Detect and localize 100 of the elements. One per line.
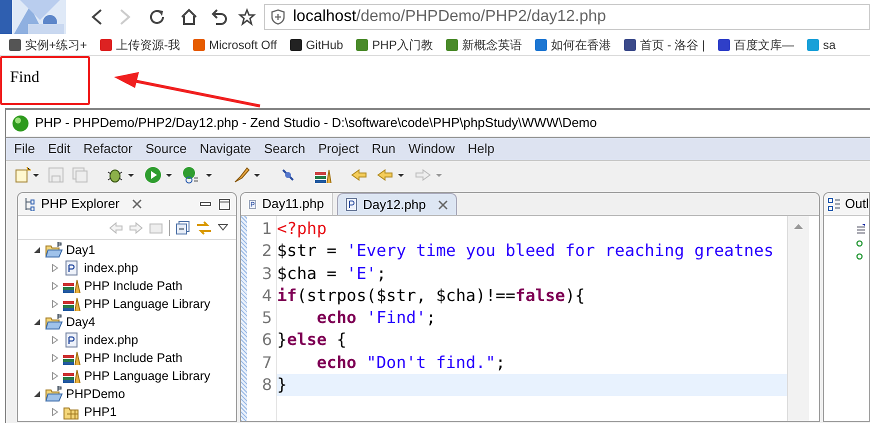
line-number: 1 bbox=[262, 218, 272, 240]
project-folder-icon bbox=[45, 314, 63, 330]
menu-item[interactable]: Source bbox=[146, 139, 187, 159]
address-field[interactable]: localhost/demo/PHPDemo/PHP2/day12.php bbox=[264, 4, 870, 30]
tree-view-icon bbox=[24, 198, 35, 210]
tree-item[interactable]: PHP Include Path bbox=[84, 276, 182, 296]
bookmark-icon bbox=[288, 38, 303, 52]
bookmark-link[interactable]: 新概念英语 bbox=[444, 36, 522, 54]
menu-item[interactable]: Search bbox=[264, 139, 306, 159]
project-folder-icon bbox=[45, 386, 63, 402]
star-icon[interactable] bbox=[238, 8, 256, 26]
tree-item[interactable]: Day4 bbox=[66, 312, 96, 332]
bookmark-link[interactable]: sa bbox=[806, 36, 836, 54]
bookmark-icon bbox=[8, 38, 22, 52]
bookmark-icon bbox=[355, 38, 370, 52]
bookmark-link[interactable]: 如何在香港 bbox=[534, 36, 611, 54]
code-line: if(strpos($str, $cha)!==false){ bbox=[277, 284, 586, 307]
bookmark-icon bbox=[622, 38, 637, 52]
collapsed-arrow-icon[interactable] bbox=[51, 354, 59, 362]
bookmark-link[interactable]: GitHub bbox=[288, 36, 344, 54]
expanded-arrow-icon[interactable] bbox=[33, 246, 41, 254]
node-dot-icon bbox=[856, 240, 863, 247]
library-icon bbox=[63, 368, 81, 384]
line-number: 2 bbox=[262, 240, 272, 262]
code-line: $cha = 'E'; bbox=[277, 262, 388, 285]
tree-item[interactable]: index.php bbox=[84, 258, 138, 278]
library-icon bbox=[63, 278, 81, 294]
bookmark-icon bbox=[806, 38, 820, 52]
code-line: }else { bbox=[277, 329, 348, 352]
tree-item[interactable]: index.php bbox=[84, 330, 138, 350]
php-file-icon bbox=[346, 198, 357, 211]
bookmark-link[interactable]: PHP入门教 bbox=[355, 36, 433, 54]
close-icon[interactable] bbox=[132, 199, 142, 209]
menu-item[interactable]: File bbox=[14, 139, 35, 159]
menu-item[interactable]: Navigate bbox=[200, 139, 252, 159]
tree-item[interactable]: PHP Language Library bbox=[84, 294, 210, 314]
editor-tab[interactable]: Day12.php bbox=[337, 193, 457, 215]
collapse-all-icon[interactable] bbox=[176, 220, 190, 234]
back-icon[interactable] bbox=[90, 8, 104, 26]
line-number: 3 bbox=[262, 262, 272, 285]
run-icon[interactable] bbox=[144, 166, 174, 184]
library-icon bbox=[63, 296, 81, 312]
library-icon bbox=[63, 350, 81, 366]
line-number: 8 bbox=[262, 374, 272, 396]
reload-icon[interactable] bbox=[148, 8, 166, 26]
editor-tab[interactable]: Day11.php bbox=[241, 193, 333, 215]
menu-item[interactable]: Edit bbox=[48, 139, 70, 159]
minimize-icon[interactable] bbox=[200, 202, 211, 206]
app-logo-icon bbox=[12, 114, 29, 132]
shield-icon bbox=[271, 9, 285, 25]
tree-item[interactable]: Day1 bbox=[66, 240, 96, 260]
menu-item[interactable]: Window bbox=[408, 139, 455, 159]
expanded-arrow-icon[interactable] bbox=[33, 390, 41, 398]
sort-icon[interactable] bbox=[856, 224, 866, 234]
close-icon[interactable] bbox=[438, 200, 448, 210]
project-folder-icon bbox=[45, 242, 63, 258]
collapsed-arrow-icon[interactable] bbox=[51, 300, 59, 308]
bookmark-icon bbox=[99, 38, 114, 52]
collapsed-arrow-icon[interactable] bbox=[51, 282, 59, 290]
code-line: echo 'Find'; bbox=[316, 307, 437, 330]
bookmark-link[interactable]: 实例+练习+ bbox=[8, 36, 88, 54]
bookmark-link[interactable]: 百度文库— bbox=[716, 36, 794, 54]
run-config-icon[interactable] bbox=[182, 166, 214, 184]
code-line: echo "Don't find."; bbox=[316, 352, 506, 374]
bookmark-icon bbox=[192, 38, 206, 52]
code-line: $str = 'Every time you bleed for reaching greatnes bbox=[277, 240, 775, 262]
bookmark-link[interactable]: Microsoft Off bbox=[192, 36, 277, 54]
line-number: 6 bbox=[262, 329, 272, 352]
bookmark-icon bbox=[716, 38, 731, 52]
maximize-icon[interactable] bbox=[219, 198, 230, 210]
menu-item[interactable]: Run bbox=[372, 139, 396, 159]
view-menu-icon[interactable] bbox=[218, 224, 228, 231]
page-output-text: Find bbox=[10, 68, 40, 88]
window-title: PHP - PHPDemo/PHP2/Day12.php - Zend Studio - D:\software\code\PHP\phpStudy\WWW\Demo bbox=[35, 114, 597, 132]
expanded-arrow-icon[interactable] bbox=[33, 318, 41, 326]
collapsed-arrow-icon[interactable] bbox=[51, 336, 59, 344]
bookmark-link[interactable]: 首页 - 洛谷 | bbox=[622, 36, 705, 54]
menu-item[interactable]: Project bbox=[318, 139, 359, 159]
collapsed-arrow-icon[interactable] bbox=[51, 408, 59, 416]
php-file-icon bbox=[249, 198, 256, 210]
collapsed-arrow-icon[interactable] bbox=[51, 264, 59, 272]
tree-item[interactable]: PHPDemo bbox=[66, 384, 126, 404]
url-text: localhost/demo/PHPDemo/PHP2/day12.php bbox=[293, 7, 606, 27]
tree-item[interactable]: PHP1 bbox=[84, 402, 117, 421]
menu-item[interactable]: Refactor bbox=[83, 139, 132, 159]
line-number: 4 bbox=[262, 284, 272, 307]
scroll-up-icon[interactable] bbox=[794, 224, 803, 229]
bookmark-icon bbox=[534, 38, 548, 52]
back-arrow-icon[interactable] bbox=[376, 166, 406, 182]
tree-item[interactable]: PHP Language Library bbox=[84, 366, 210, 386]
menu-item[interactable]: Help bbox=[468, 139, 495, 159]
bookmark-link[interactable]: 上传资源-我 bbox=[99, 36, 180, 54]
collapsed-arrow-icon[interactable] bbox=[51, 372, 59, 380]
new-file-icon[interactable] bbox=[14, 166, 40, 182]
outline-icon bbox=[828, 198, 841, 210]
home-icon[interactable] bbox=[180, 8, 198, 26]
line-number: 5 bbox=[262, 307, 272, 330]
code-line: <?php bbox=[277, 218, 328, 240]
tree-item[interactable]: PHP Include Path bbox=[84, 348, 182, 368]
undo-icon[interactable] bbox=[210, 8, 228, 26]
